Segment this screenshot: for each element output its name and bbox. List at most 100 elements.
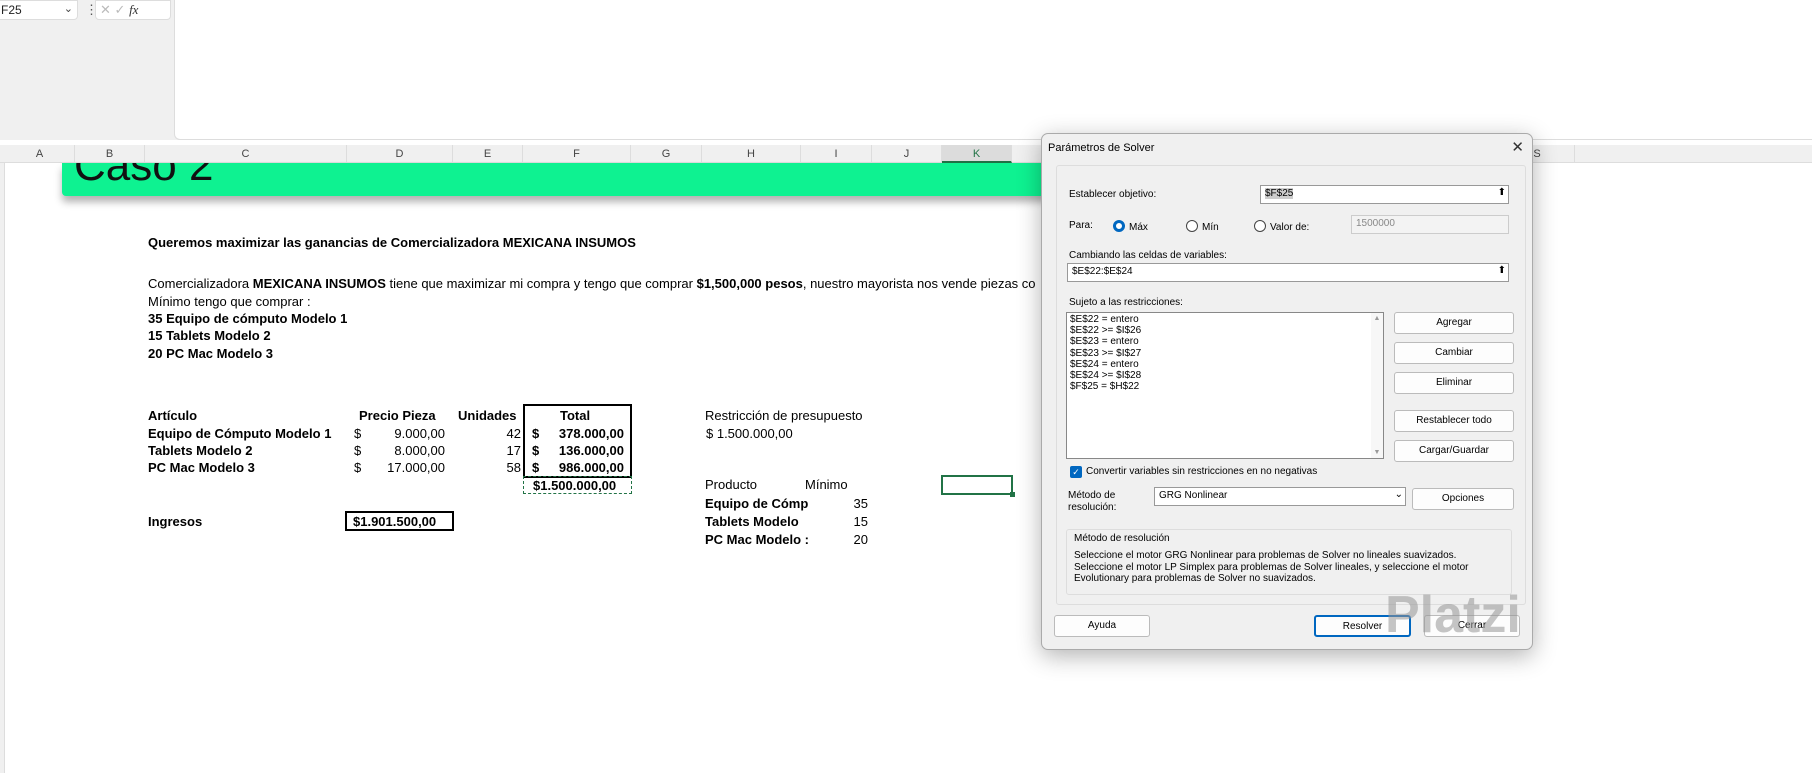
column-header[interactable]: F [523,145,631,163]
column-header[interactable]: J [872,145,942,163]
budget-label: Restricción de presupuesto [705,408,863,423]
constraint-item[interactable]: $F$25 = $H$22 [1070,381,1380,392]
method-info-group: Método de resolución Seleccione el motor… [1066,529,1512,595]
min-line: 15 Tablets Modelo 2 [148,328,271,343]
budget-value: $ 1.500.000,00 [706,426,793,441]
enter-icon[interactable]: ✓ [115,2,126,17]
para-label: Para: [1069,220,1093,231]
add-button[interactable]: Agregar [1394,312,1514,334]
min-radio[interactable] [1186,220,1198,232]
ingresos-value: $1.901.500,00 [353,514,437,529]
price: 8.000,00 [394,443,445,458]
formula-buttons: ✕ ✓ fx [95,0,171,20]
max-label: Máx [1129,222,1148,233]
load-save-button[interactable]: Cargar/Guardar [1394,440,1514,462]
constraint-item[interactable]: $E$23 = entero [1070,336,1380,347]
column-headers: A B C D E F G H I J K S [0,145,1812,163]
text: , nuestro mayorista nos vende piezas co [802,276,1036,291]
changing-value: $E$22:$E$24 [1072,266,1133,277]
min-label: Mín [1202,222,1219,233]
nonneg-checkbox[interactable]: ✓ [1070,466,1082,478]
name-box[interactable]: F25 ⌄ [0,0,78,20]
selected-cell[interactable] [941,475,1015,497]
value-of-radio[interactable] [1254,220,1266,232]
price: 17.000,00 [387,460,445,475]
description-2: Mínimo tengo que comprar : [148,294,311,309]
chevron-down-icon[interactable]: ⌄ [64,2,73,15]
scroll-down-icon[interactable]: ▼ [1371,447,1383,458]
fx-icon[interactable]: fx [129,2,138,17]
collapse-ref-icon[interactable]: ⬆ [1498,187,1506,198]
solve-button[interactable]: Resolver [1314,615,1411,637]
name-box-value: F25 [1,3,22,17]
change-button[interactable]: Cambiar [1394,342,1514,364]
text: $1,500,000 pesos [696,276,803,291]
objective-input[interactable]: $F$25 ⬆ [1260,185,1509,204]
value-of-input[interactable]: 1500000 [1351,215,1509,234]
reset-all-button[interactable]: Restablecer todo [1394,410,1514,432]
units[interactable]: 58 [460,460,521,475]
formula-input[interactable] [174,0,1812,140]
constraints-list[interactable]: $E$22 = entero $E$22 >= $I$26 $E$23 = en… [1066,312,1384,459]
subject-label: Sujeto a las restricciones: [1069,297,1183,308]
chevron-down-icon[interactable]: ⌄ [1395,489,1403,500]
constraint-item[interactable]: $E$24 >= $I$28 [1070,370,1380,381]
min-header-min: Mínimo [805,477,848,492]
currency: $ [532,460,540,475]
units[interactable]: 42 [460,426,521,441]
column-header[interactable]: G [631,145,702,163]
solver-dialog: Parámetros de Solver ✕ Establecer objeti… [1041,133,1533,650]
min-header-product: Producto [705,477,758,492]
sheet-title: Caso 2 [74,163,214,190]
min-product: Tablets Modelo [705,514,799,529]
help-button[interactable]: Ayuda [1054,615,1150,637]
grand-total: $1.500.000,00 [533,478,617,493]
description: Comercializadora MEXICANA INSUMOS tiene … [148,276,1036,291]
close-icon[interactable]: ✕ [1511,138,1524,156]
nonneg-label: Convertir variables sin restricciones en… [1086,466,1318,477]
min-value: 35 [853,496,868,511]
column-header[interactable]: K [942,145,1012,163]
item: Tablets Modelo 2 [148,443,253,458]
objective-value: $F$25 [1265,188,1294,199]
min-line: 35 Equipo de cómputo Modelo 1 [148,311,348,326]
objective-label: Establecer objetivo: [1069,189,1157,200]
scrollbar[interactable]: ▲ ▼ [1371,313,1383,458]
constraint-item[interactable]: $E$23 >= $I$27 [1070,348,1380,359]
changing-cells-input[interactable]: $E$22:$E$24 ⬆ [1067,263,1509,282]
heading: Queremos maximizar las ganancias de Come… [148,235,636,250]
item: Equipo de Cómputo Modelo 1 [148,426,332,441]
constraint-item[interactable]: $E$22 >= $I$26 [1070,325,1380,336]
column-header[interactable]: D [347,145,453,163]
column-header[interactable]: B [75,145,145,163]
value-of-label: Valor de: [1270,222,1310,233]
method-select[interactable]: GRG Nonlinear ⌄ [1154,487,1406,506]
units[interactable]: 17 [460,443,521,458]
total: 136.000,00 [558,443,624,458]
min-product: PC Mac Modelo : [705,532,810,547]
ingresos-label: Ingresos [148,514,203,529]
total: 378.000,00 [558,426,624,441]
column-header[interactable]: H [702,145,801,163]
cancel-icon[interactable]: ✕ [100,2,111,17]
scroll-up-icon[interactable]: ▲ [1371,313,1383,324]
min-line: 20 PC Mac Modelo 3 [148,346,273,361]
max-radio[interactable] [1113,220,1125,232]
changing-label: Cambiando las celdas de variables: [1069,250,1227,261]
constraint-item[interactable]: $E$22 = entero [1070,314,1380,325]
text: tiene que maximizar mi compra y tengo qu… [385,276,697,291]
dialog-title: Parámetros de Solver [1048,142,1155,154]
formula-bar-area: F25 ⌄ ⋮ ✕ ✓ fx [0,0,1812,140]
min-product: Equipo de Cómp [705,496,809,511]
close-button[interactable]: Cerrar [1424,615,1520,637]
collapse-ref-icon[interactable]: ⬆ [1498,265,1506,276]
column-header[interactable]: E [453,145,523,163]
options-button[interactable]: Opciones [1412,488,1514,510]
delete-button[interactable]: Eliminar [1394,372,1514,394]
column-header[interactable]: A [5,145,75,163]
row-headers [0,163,5,773]
constraint-item[interactable]: $E$24 = entero [1070,359,1380,370]
column-header[interactable]: I [801,145,872,163]
column-header[interactable]: C [145,145,347,163]
group-text: Seleccione el motor GRG Nonlinear para p… [1074,550,1469,584]
